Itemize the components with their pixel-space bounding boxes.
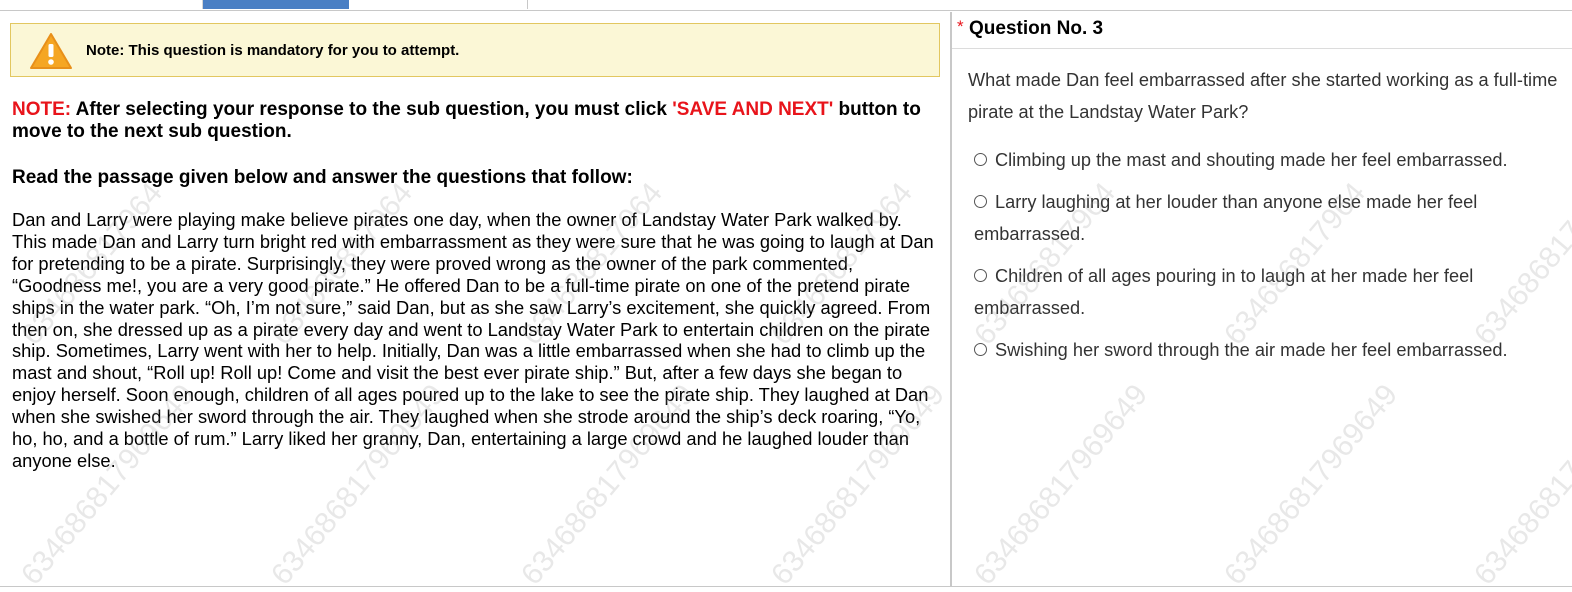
question-pane: * Question No. 3 What made Dan feel emba… [952, 12, 1572, 586]
required-marker: * [957, 17, 964, 36]
mandatory-note-text: Note: This question is mandatory for you… [86, 42, 460, 59]
option-label: Climbing up the mast and shouting made h… [995, 150, 1508, 170]
instruction-part1: After selecting your response to the sub… [71, 99, 673, 120]
passage-text: Dan and Larry were playing make believe … [12, 209, 934, 471]
option-1[interactable]: Climbing up the mast and shouting made h… [974, 144, 1554, 176]
bottom-border [0, 586, 1572, 587]
radio-button[interactable] [974, 343, 987, 356]
tab-3[interactable] [350, 0, 528, 9]
instruction-button-ref: 'SAVE AND NEXT' [672, 99, 834, 120]
radio-button[interactable] [974, 269, 987, 282]
save-next-instruction: NOTE: After selecting your response to t… [12, 99, 942, 143]
option-2[interactable]: Larry laughing at her louder than anyone… [974, 186, 1554, 250]
tab-strip [0, 0, 1572, 11]
instruction-prefix: NOTE: [12, 99, 72, 120]
radio-button[interactable] [974, 195, 987, 208]
radio-button[interactable] [974, 153, 987, 166]
option-4[interactable]: Swishing her sword through the air made … [974, 334, 1554, 366]
passage-pane: Note: This question is mandatory for you… [0, 12, 950, 586]
tab-1[interactable] [0, 0, 203, 9]
option-label: Swishing her sword through the air made … [995, 340, 1508, 360]
option-label: Larry laughing at her louder than anyone… [974, 192, 1478, 244]
option-3[interactable]: Children of all ages pouring in to laugh… [974, 260, 1554, 324]
warning-icon [30, 33, 72, 69]
question-title: Question No. 3 [969, 18, 1104, 39]
tab-active[interactable] [203, 0, 349, 9]
option-label: Children of all ages pouring in to laugh… [974, 266, 1474, 318]
question-text: What made Dan feel embarrassed after she… [968, 70, 1558, 122]
passage-heading: Read the passage given below and answer … [12, 167, 633, 188]
answer-options: Climbing up the mast and shouting made h… [974, 144, 1554, 366]
mandatory-note: Note: This question is mandatory for you… [10, 23, 940, 77]
question-header: * Question No. 3 [952, 12, 1572, 49]
